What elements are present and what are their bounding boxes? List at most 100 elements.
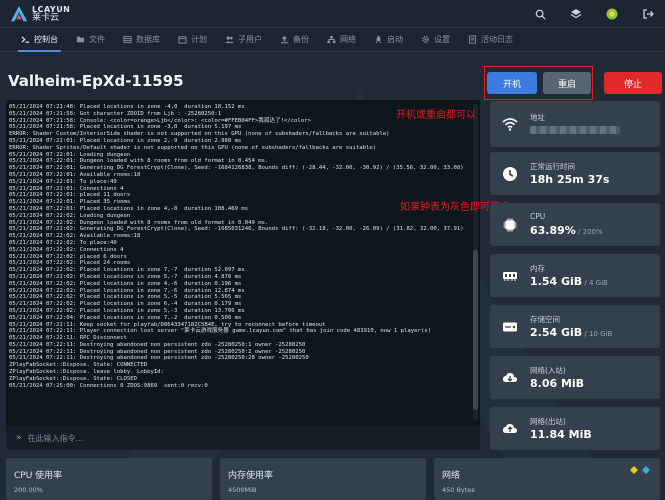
stat-value: 18h 25m 37s	[530, 173, 610, 186]
console-line: 05/21/2024 07:22:02: Placed 24 rooms	[9, 260, 131, 267]
graph-panel-memory: 内存使用率 4500MiB	[220, 458, 426, 500]
console-line: 05/21/2024 07:22:02: Placed locations in…	[9, 287, 245, 294]
console-scrollbar-thumb[interactable]	[473, 250, 478, 410]
console-line: ZPlayFabSocket::Dispose. leave lobby. Lo…	[9, 369, 164, 376]
nav-label: 设置	[434, 35, 450, 44]
logo-icon	[10, 5, 28, 21]
cloud-upload-icon	[502, 423, 517, 433]
stat-card-cpu: CPU 63.89% / 200%	[490, 203, 660, 246]
stat-label: 地址	[530, 113, 545, 122]
stat-value: 8.06 MiB	[530, 377, 585, 390]
nav-tab-schedule[interactable]: 计划	[169, 28, 216, 52]
console-line: 05/21/2024 07:25:00: Connections 0 ZDOS:…	[9, 382, 208, 389]
nav-tab-settings[interactable]: 设置	[412, 28, 459, 52]
cpu-icon	[503, 218, 517, 232]
console-line: ERROR: Shader Custom/InteriorSide shader…	[9, 131, 390, 138]
folder-icon	[76, 36, 85, 43]
console-scrollbar[interactable]	[473, 104, 478, 420]
nav-label: 计划	[191, 35, 207, 44]
console-line: 05/21/2024 07:22:02: Connections 4	[9, 246, 124, 253]
console-line: 05/21/2024 07:22:11: Destroying abandone…	[9, 341, 306, 348]
database-icon	[123, 35, 132, 44]
nav-tab-console[interactable]: 控制台	[12, 28, 67, 52]
nav-label: 网络	[340, 35, 356, 44]
console-line: 05/21/2024 07:22:04: Placed locations in…	[9, 314, 242, 321]
nav-label: 文件	[89, 35, 105, 44]
console-output[interactable]: 05/21/2024 07:21:48: Placed locations in…	[9, 104, 468, 424]
nav-tab-files[interactable]: 文件	[67, 28, 114, 52]
nav-tab-database[interactable]: 数据库	[114, 28, 169, 52]
clock-icon	[503, 167, 517, 181]
graph-panel-cpu: CPU 使用率 200.00%	[6, 458, 212, 500]
brand-logo[interactable]: LCAYUN 莱卡云	[0, 5, 70, 23]
graph-title: 内存使用率	[228, 471, 274, 481]
nav-label: 启动	[387, 35, 403, 44]
console-line: 05/21/2024 07:22:11: RPC_Disconnect	[9, 335, 127, 342]
nav-label: 控制台	[34, 35, 58, 44]
console-line: 05/21/2024 07:22:02: Placed locations in…	[9, 307, 245, 314]
terminal-icon	[21, 36, 30, 43]
console-line: 05/21/2024 07:22:01: Connections 4	[9, 185, 124, 192]
log-icon	[468, 35, 477, 44]
console-line: 05/21/2024 07:21:58: Placed locations in…	[9, 124, 242, 131]
annotation-power-note: 开机或重启都可以	[396, 110, 476, 121]
memory-icon	[503, 272, 517, 281]
annotation-box-power	[484, 66, 593, 100]
layers-icon[interactable]	[569, 7, 583, 21]
server-title: Valheim-EpXd-11595	[8, 72, 184, 90]
logout-icon[interactable]	[641, 7, 655, 21]
search-icon[interactable]	[533, 7, 547, 21]
console-line: 05/21/2024 07:22:11: Player connection l…	[9, 328, 431, 335]
nav-tab-network[interactable]: 网络	[318, 28, 365, 52]
stat-card-disk: 存储空间 2.54 GiB / 10 GiB	[490, 305, 660, 348]
console-line: ZPlayFabSocket::Dispose. State: CLOSED	[9, 375, 137, 382]
graph-axis-value: 200.00%	[14, 486, 43, 494]
users-icon	[225, 36, 234, 44]
console-line: 05/21/2024 07:22:02: Placed locations in…	[9, 294, 242, 301]
stat-card-network-out: 网络(出站) 11.84 MiB	[490, 407, 660, 450]
graph-title: CPU 使用率	[14, 471, 63, 481]
stat-card-uptime: 正常运行时间 18h 25m 37s	[490, 152, 660, 195]
backup-icon	[280, 35, 289, 44]
console-line: 05/21/2024 07:22:02: Placed locations in…	[9, 273, 242, 280]
nav-tab-activity-log[interactable]: 活动日志	[459, 28, 522, 52]
nav-tab-backup[interactable]: 备份	[271, 28, 318, 52]
stat-label: 网络(出站)	[530, 417, 566, 426]
stat-value: 2.54 GiB / 10 GiB	[530, 326, 613, 339]
cloud-download-icon	[502, 372, 517, 382]
console-line: 05/21/2024 07:22:02: Generating DG_Fores…	[9, 226, 464, 233]
console-line: 05/21/2024 07:22:02: Placed locations in…	[9, 280, 242, 287]
console-line: 05/21/2024 07:22:02: Placed locations in…	[9, 301, 242, 308]
console-line: ERROR: Shader Sprites/Default shader is …	[9, 144, 377, 151]
console-command-input[interactable]	[27, 433, 448, 443]
nav-tab-subusers[interactable]: 子用户	[216, 28, 271, 52]
stat-label: 内存	[530, 264, 545, 273]
console-line: 05/21/2024 07:22:01: Placed locations in…	[9, 137, 242, 144]
stop-button[interactable]: 停止	[604, 72, 662, 94]
stat-label: 网络(入站)	[530, 366, 566, 375]
console-line: 05/21/2024 07:22:01: Available rooms:18	[9, 171, 141, 178]
console-line: 05/21/2024 07:22:02: Available rooms:18	[9, 233, 141, 240]
network-icon	[327, 35, 336, 44]
console-line: 05/21/2024 07:22:01: Loading dungeon	[9, 151, 131, 158]
legend-inbound-icon	[630, 466, 638, 474]
nav-bar: 控制台 文件 数据库 计划 子用户 备份 网络 启动 设置 活动日志	[0, 28, 665, 52]
stat-value: 63.89% / 200%	[530, 224, 603, 237]
nav-tab-startup[interactable]: 启动	[365, 28, 412, 52]
nav-label: 备份	[293, 35, 309, 44]
disk-icon	[503, 322, 517, 332]
console-line: 05/21/2024 07:22:02: placed 6 doors	[9, 253, 127, 260]
graph-axis-value: 450 Bytes	[442, 486, 475, 494]
rocket-icon	[375, 35, 382, 44]
legend-outbound-icon	[642, 466, 650, 474]
wifi-icon	[502, 118, 518, 131]
console-line: 05/21/2024 07:22:11: Destroying abandone…	[9, 355, 309, 362]
console-line: 05/21/2024 07:22:11: Destroying abandone…	[9, 348, 306, 355]
nav-label: 数据库	[136, 35, 160, 44]
console-line: 05/21/2024 07:22:02: Placed locations in…	[9, 267, 245, 274]
chevron-right-icon: »	[16, 433, 22, 443]
graph-axis-value: 4500MiB	[228, 486, 257, 494]
console-line: 05/21/2024 07:22:02: Dungeon loaded with…	[9, 219, 269, 226]
address-value-blurred	[530, 126, 620, 134]
user-avatar[interactable]	[605, 7, 619, 21]
